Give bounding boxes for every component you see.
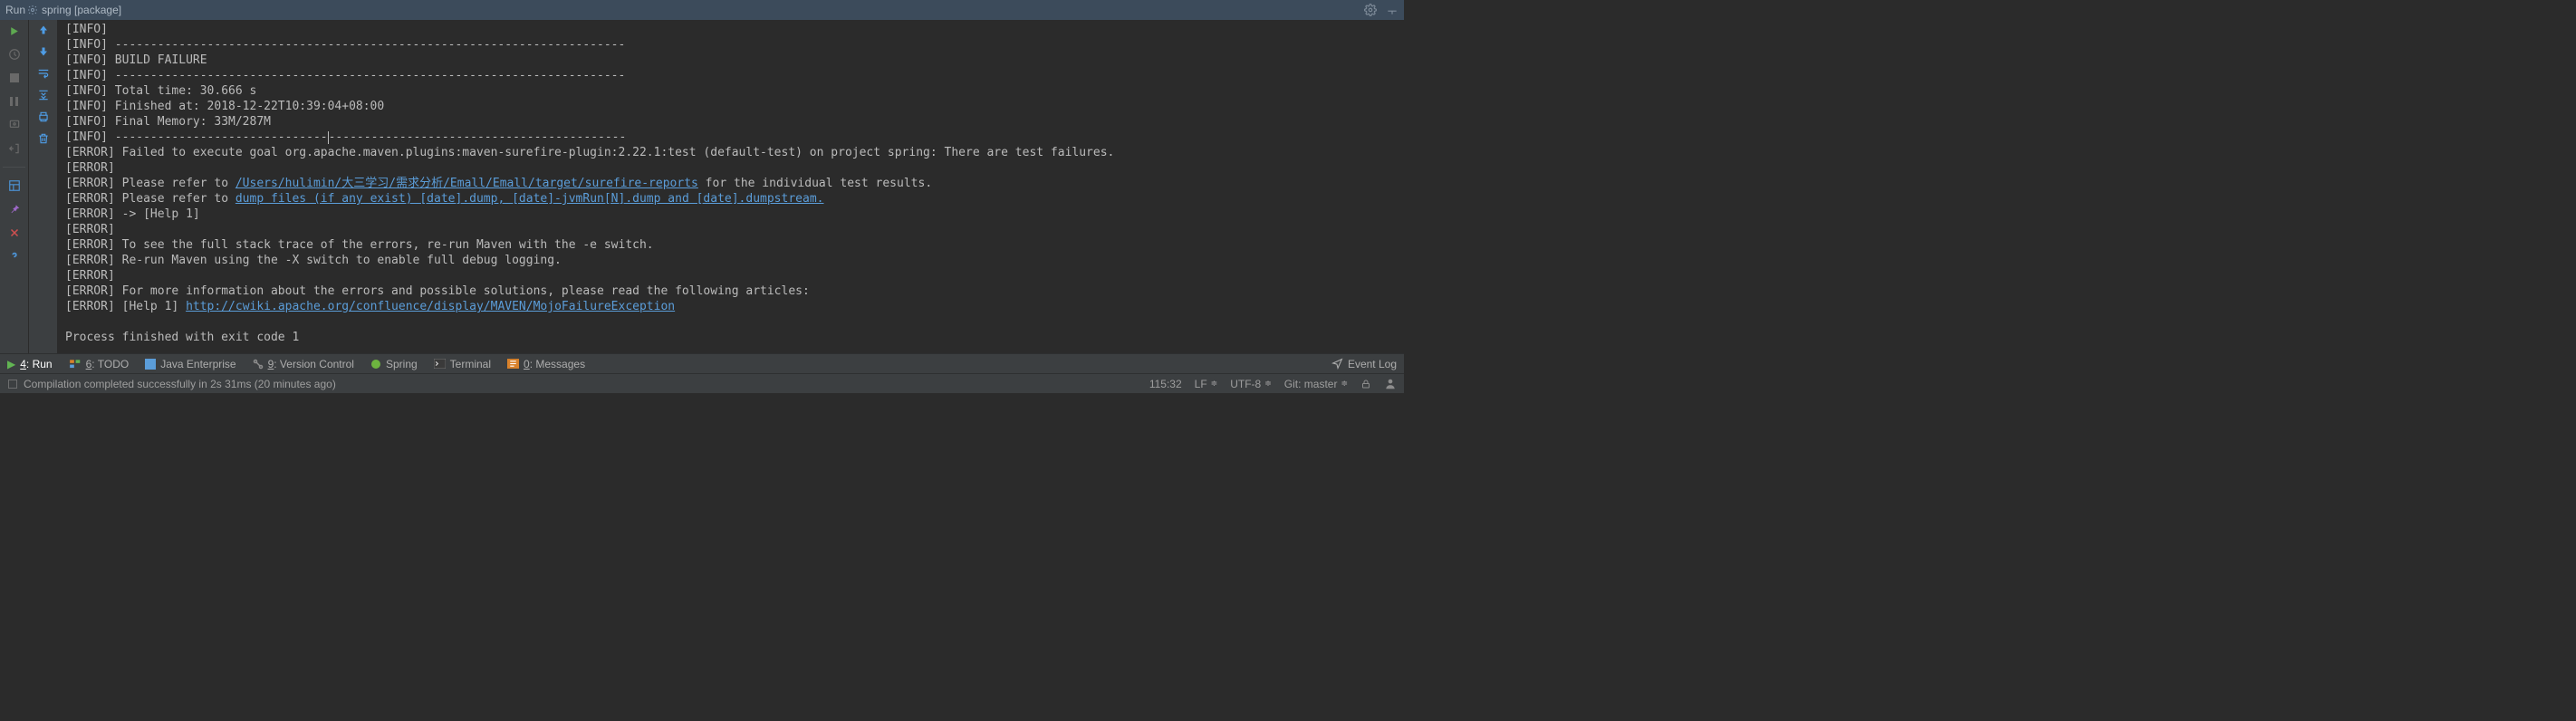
tool-window-titlebar: Run spring [package] bbox=[0, 0, 1404, 20]
close-icon[interactable] bbox=[7, 226, 22, 240]
java-ee-icon bbox=[145, 359, 156, 370]
settings-icon[interactable] bbox=[1364, 4, 1377, 16]
tab-messages-label: : Messages bbox=[530, 358, 585, 370]
tab-run-label: : Run bbox=[26, 358, 53, 370]
tab-terminal[interactable]: Terminal bbox=[434, 358, 491, 370]
gear-small-icon bbox=[27, 5, 38, 15]
scroll-down-icon[interactable] bbox=[38, 45, 49, 58]
terminal-icon bbox=[434, 359, 446, 369]
console-toolbar bbox=[29, 20, 58, 353]
todo-icon bbox=[69, 359, 82, 370]
clear-all-icon[interactable] bbox=[37, 132, 50, 145]
tab-java-enterprise[interactable]: Java Enterprise bbox=[145, 358, 235, 370]
console-link[interactable]: /Users/hulimin/大三学习/需求分析/Emall/Emall/tar… bbox=[235, 177, 698, 190]
tab-todo-label: : TODO bbox=[91, 358, 129, 370]
console-output[interactable]: [INFO] [INFO] --------------------------… bbox=[58, 20, 1404, 353]
tab-event-log[interactable]: Event Log bbox=[1331, 358, 1397, 370]
pin-icon[interactable] bbox=[7, 202, 22, 216]
run-with-coverage-icon[interactable] bbox=[7, 47, 22, 62]
tab-run-num: 4 bbox=[20, 358, 26, 370]
console-link[interactable]: dump files (if any exist) [date].dump, [… bbox=[235, 192, 824, 206]
vcs-icon bbox=[253, 359, 264, 370]
tab-spring[interactable]: Spring bbox=[370, 358, 418, 370]
tab-todo[interactable]: 6: TODO bbox=[69, 358, 130, 370]
file-encoding[interactable]: UTF-8≑ bbox=[1230, 378, 1272, 390]
tab-spring-label: Spring bbox=[386, 358, 418, 370]
print-icon[interactable] bbox=[37, 111, 50, 123]
separator bbox=[3, 167, 25, 168]
console-link[interactable]: http://cwiki.apache.org/confluence/displ… bbox=[186, 300, 675, 313]
run-toolbar-left bbox=[0, 20, 29, 353]
line-separator[interactable]: LF≑ bbox=[1195, 378, 1218, 390]
main-area: [INFO] [INFO] --------------------------… bbox=[0, 20, 1404, 353]
hector-icon[interactable] bbox=[1384, 378, 1397, 390]
status-message: Compilation completed successfully in 2s… bbox=[24, 378, 336, 390]
event-log-icon bbox=[1331, 358, 1343, 370]
tab-vcs-label: : Version Control bbox=[274, 358, 354, 370]
stop-icon[interactable] bbox=[7, 71, 22, 85]
messages-icon bbox=[507, 359, 519, 369]
dump-threads-icon[interactable] bbox=[7, 118, 22, 132]
layout-icon[interactable] bbox=[7, 178, 22, 193]
soft-wrap-icon[interactable] bbox=[37, 67, 50, 80]
cursor-position[interactable]: 115:32 bbox=[1149, 378, 1182, 390]
git-branch[interactable]: Git: master≑ bbox=[1284, 378, 1348, 390]
exit-icon[interactable] bbox=[7, 141, 22, 156]
pause-icon[interactable] bbox=[7, 94, 22, 109]
tab-run[interactable]: ▶ 4: Run bbox=[7, 358, 53, 370]
tab-messages-num: 0 bbox=[524, 358, 530, 370]
tab-terminal-label: Terminal bbox=[450, 358, 491, 370]
help-icon[interactable] bbox=[7, 249, 22, 264]
run-config-name: spring [package] bbox=[42, 4, 121, 16]
tab-messages[interactable]: 0: Messages bbox=[507, 358, 585, 370]
scroll-up-icon[interactable] bbox=[38, 24, 49, 36]
tab-event-log-label: Event Log bbox=[1348, 358, 1397, 370]
status-bar: Compilation completed successfully in 2s… bbox=[0, 373, 1404, 393]
tab-java-label: Java Enterprise bbox=[160, 358, 235, 370]
tool-window-bar: ▶ 4: Run 6: TODO Java Enterprise 9: Vers… bbox=[0, 353, 1404, 373]
status-handle-icon[interactable] bbox=[7, 379, 18, 389]
run-label: Run bbox=[5, 4, 25, 16]
spring-icon bbox=[370, 359, 381, 370]
rerun-icon[interactable] bbox=[7, 24, 22, 38]
scroll-to-end-icon[interactable] bbox=[37, 89, 50, 101]
play-icon: ▶ bbox=[7, 358, 15, 370]
hide-icon[interactable] bbox=[1386, 4, 1399, 16]
lock-icon[interactable] bbox=[1360, 379, 1371, 389]
tab-version-control[interactable]: 9: Version Control bbox=[253, 358, 354, 370]
